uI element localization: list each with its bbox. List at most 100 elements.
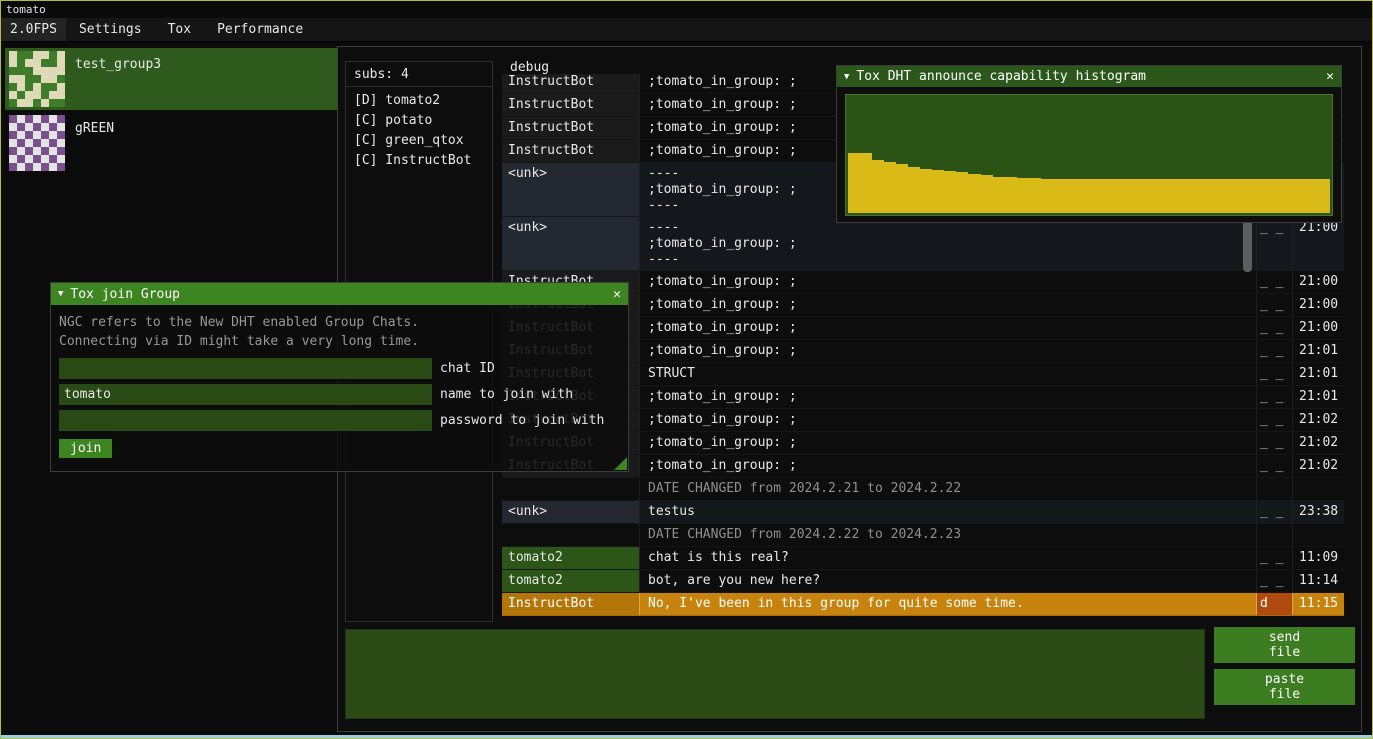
field-row-chat-id: chat ID bbox=[59, 358, 620, 379]
histogram-bar bbox=[1077, 179, 1089, 213]
field-row-name: name to join with bbox=[59, 384, 620, 405]
app-window: tomato 2.0FPS SettingsToxPerformance tes… bbox=[0, 0, 1373, 739]
chat-input-area bbox=[345, 629, 1205, 719]
histogram-bar bbox=[981, 175, 993, 213]
message-time: 21:01 bbox=[1292, 363, 1344, 385]
message-time: 11:09 bbox=[1292, 547, 1344, 569]
collapse-arrow-icon[interactable]: ▼ bbox=[58, 289, 63, 299]
resize-grip[interactable] bbox=[614, 457, 627, 470]
histogram-bar bbox=[1306, 179, 1318, 213]
join-window-titlebar[interactable]: ▼ Tox join Group ✕ bbox=[51, 283, 628, 305]
histogram-bar bbox=[1137, 179, 1149, 213]
message-time: 11:15 bbox=[1292, 593, 1344, 615]
histogram-plot bbox=[845, 94, 1333, 216]
histogram-bar bbox=[884, 162, 896, 213]
message-text: ;tomato_in_group: ; bbox=[639, 386, 1256, 408]
sidebar-group-item[interactable]: gREEN bbox=[5, 112, 337, 174]
message-flags: _ _ bbox=[1256, 340, 1292, 362]
message-author: InstructBot bbox=[502, 117, 639, 139]
join-window-title: Tox join Group bbox=[70, 287, 180, 302]
message-flags: _ _ bbox=[1256, 271, 1292, 293]
chat-id-input[interactable] bbox=[59, 358, 432, 379]
message-text: No, I've been in this group for quite so… bbox=[639, 593, 1256, 615]
join-info-line2: Connecting via ID might take a very long… bbox=[59, 332, 620, 351]
close-icon[interactable]: ✕ bbox=[613, 287, 621, 302]
message-time: 21:01 bbox=[1292, 386, 1344, 408]
member-item[interactable]: [C] green_qtox bbox=[346, 131, 492, 151]
chat-message-row[interactable]: <unk>---- ;tomato_in_group: ; ----_ _21:… bbox=[502, 217, 1344, 271]
histogram-bar bbox=[1089, 179, 1101, 213]
histogram-window: ▼ Tox DHT announce capability histogram … bbox=[836, 65, 1342, 223]
chat-message-row[interactable]: tomato2bot, are you new here?_ _11:14 bbox=[502, 570, 1344, 593]
histogram-bar bbox=[1258, 179, 1270, 213]
histogram-bar bbox=[1113, 179, 1125, 213]
join-name-label: name to join with bbox=[440, 387, 573, 402]
menu-item-performance[interactable]: Performance bbox=[204, 18, 316, 41]
member-item[interactable]: [D] tomato2 bbox=[346, 91, 492, 111]
histogram-window-titlebar[interactable]: ▼ Tox DHT announce capability histogram … bbox=[837, 66, 1341, 87]
join-password-input[interactable] bbox=[59, 410, 432, 431]
member-item[interactable]: [C] InstructBot bbox=[346, 151, 492, 171]
histogram-bar bbox=[1053, 179, 1065, 213]
member-item[interactable]: [C] potato bbox=[346, 111, 492, 131]
close-icon[interactable]: ✕ bbox=[1326, 69, 1334, 84]
chat-message-row[interactable]: <unk>testus_ _23:38 bbox=[502, 501, 1344, 524]
chat-message-row[interactable]: InstructBotNo, I've been in this group f… bbox=[502, 593, 1344, 616]
message-time: 21:00 bbox=[1292, 217, 1344, 270]
window-titlebar[interactable]: tomato bbox=[1, 1, 1372, 18]
histogram-bar bbox=[1017, 178, 1029, 213]
histogram-bar bbox=[1294, 179, 1306, 213]
menu-bar: 2.0FPS SettingsToxPerformance bbox=[1, 18, 1372, 42]
message-author: InstructBot bbox=[502, 140, 639, 162]
histogram-bar bbox=[1246, 179, 1258, 213]
message-author: tomato2 bbox=[502, 547, 639, 569]
tab-debug[interactable]: debug bbox=[510, 60, 549, 75]
join-group-window: ▼ Tox join Group ✕ NGC refers to the New… bbox=[50, 282, 629, 472]
sidebar-group-item[interactable]: test_group3 bbox=[5, 48, 337, 110]
menu-item-tox[interactable]: Tox bbox=[155, 18, 204, 41]
member-list: [D] tomato2[C] potato[C] green_qtox[C] I… bbox=[346, 91, 492, 171]
message-text: ;tomato_in_group: ; bbox=[639, 271, 1256, 293]
message-flags: _ _ bbox=[1256, 217, 1292, 270]
message-text: ;tomato_in_group: ; bbox=[639, 432, 1256, 454]
message-author: InstructBot bbox=[502, 94, 639, 116]
histogram-bar bbox=[1197, 179, 1209, 213]
chat-message-row[interactable]: tomato2chat is this real?_ _11:09 bbox=[502, 547, 1344, 570]
histogram-bar bbox=[1065, 179, 1077, 213]
join-button[interactable]: join bbox=[59, 439, 112, 458]
group-avatar bbox=[9, 115, 65, 171]
message-flags: _ _ bbox=[1256, 363, 1292, 385]
message-text: ;tomato_in_group: ; bbox=[639, 409, 1256, 431]
message-flags: _ _ bbox=[1256, 570, 1292, 592]
message-time: 23:38 bbox=[1292, 501, 1344, 523]
message-text: ;tomato_in_group: ; bbox=[639, 455, 1256, 477]
chat-input[interactable] bbox=[346, 630, 1204, 718]
join-name-input[interactable] bbox=[59, 384, 432, 405]
date-name-spacer bbox=[502, 478, 639, 500]
message-flags: _ _ bbox=[1256, 547, 1292, 569]
collapse-arrow-icon[interactable]: ▼ bbox=[844, 72, 849, 82]
message-author: <unk> bbox=[502, 163, 639, 216]
histogram-bar bbox=[860, 153, 872, 213]
histogram-bar bbox=[1282, 179, 1294, 213]
histogram-bar bbox=[1173, 179, 1185, 213]
message-text: testus bbox=[639, 501, 1256, 523]
menu-item-settings[interactable]: Settings bbox=[66, 18, 155, 41]
histogram-bar bbox=[1185, 179, 1197, 213]
join-window-body: NGC refers to the New DHT enabled Group … bbox=[51, 305, 628, 466]
histogram-bars bbox=[848, 97, 1330, 213]
histogram-bar bbox=[1318, 179, 1330, 213]
histogram-bar bbox=[848, 153, 860, 213]
date-time-spacer bbox=[1292, 524, 1344, 546]
histogram-bar bbox=[896, 164, 908, 213]
message-flags: _ _ bbox=[1256, 455, 1292, 477]
send-file-button[interactable]: send file bbox=[1214, 627, 1355, 663]
window-title: tomato bbox=[6, 3, 46, 16]
message-text: ;tomato_in_group: ; bbox=[639, 317, 1256, 339]
message-flags: _ _ bbox=[1256, 409, 1292, 431]
chat-id-label: chat ID bbox=[440, 361, 495, 376]
group-name: test_group3 bbox=[75, 57, 161, 72]
date-changed-text: DATE CHANGED from 2024.2.21 to 2024.2.22 bbox=[639, 478, 1256, 500]
paste-file-button[interactable]: paste file bbox=[1214, 669, 1355, 705]
histogram-bar bbox=[1161, 179, 1173, 213]
